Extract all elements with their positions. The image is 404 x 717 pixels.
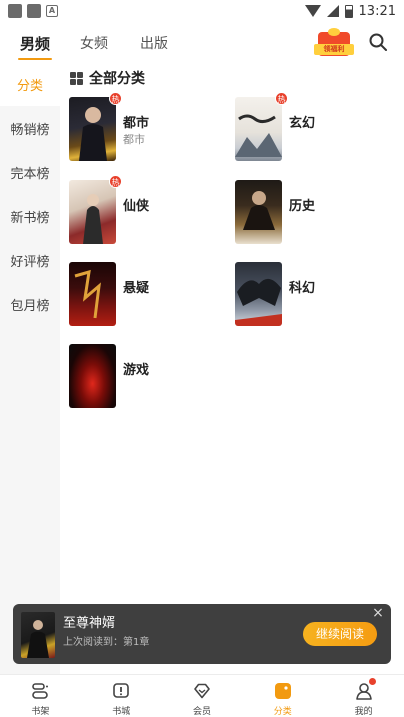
wifi-icon	[304, 5, 321, 17]
category-item-history[interactable]: 历史	[235, 180, 395, 246]
bottom-nav: 书架 书城 会员 分类 我的	[0, 674, 404, 717]
signal-icon	[326, 5, 339, 17]
nav-category[interactable]: 分类	[242, 675, 323, 717]
book-title: 至尊神婿	[63, 616, 116, 631]
category-item-xianxia[interactable]: 热 仙侠	[69, 175, 229, 246]
category-cover	[69, 97, 116, 161]
category-item-urban[interactable]: 热 都市 都市	[69, 92, 229, 163]
continue-reading-button[interactable]: 继续阅读	[303, 622, 377, 646]
category-cover	[69, 344, 116, 408]
category-cover	[235, 262, 282, 326]
gift-label: 领福利	[314, 44, 354, 55]
sidebar-item-category[interactable]: 分类	[0, 62, 60, 106]
category-cover	[69, 262, 116, 326]
nav-label: 书架	[31, 707, 50, 717]
top-tabs: 男频 女频 出版 领福利	[0, 24, 404, 62]
nav-label: 我的	[354, 707, 373, 717]
hot-badge: 热	[109, 175, 122, 188]
sidebar-item-top-rated[interactable]: 好评榜	[0, 238, 60, 282]
book-cover	[21, 612, 55, 658]
category-item-scifi[interactable]: 科幻	[235, 262, 395, 328]
tab-male[interactable]: 男频	[17, 33, 53, 60]
status-notifications: A	[8, 4, 58, 18]
gift-bow	[328, 28, 340, 36]
category-name: 仙侠	[123, 199, 150, 214]
nav-label: 会员	[192, 707, 211, 717]
nav-profile[interactable]: 我的	[323, 675, 404, 717]
sidebar-item-completed[interactable]: 完本榜	[0, 150, 60, 194]
category-item-fantasy[interactable]: 热 玄幻	[235, 92, 395, 163]
sidebar: 分类 畅销榜 完本榜 新书榜 好评榜 包月榜	[0, 62, 60, 674]
sidebar-item-new-books[interactable]: 新书榜	[0, 194, 60, 238]
tab-female[interactable]: 女频	[80, 33, 108, 53]
search-icon[interactable]	[368, 32, 388, 52]
close-icon[interactable]: ×	[371, 606, 385, 620]
category-icon	[274, 683, 291, 699]
tab-publish[interactable]: 出版	[140, 33, 168, 53]
category-subtitle: 都市	[123, 133, 145, 146]
category-name: 玄幻	[289, 116, 316, 131]
bookshelf-icon	[32, 683, 49, 699]
notification-app-icon	[27, 4, 41, 18]
category-cover	[235, 97, 282, 161]
category-item-mystery[interactable]: 悬疑	[69, 262, 229, 328]
section-title: 全部分类	[89, 71, 145, 87]
grid-icon	[70, 71, 83, 85]
vip-diamond-icon	[194, 683, 210, 699]
category-cover	[69, 180, 116, 244]
status-bar: A 13:21	[0, 0, 404, 22]
hot-badge: 热	[109, 92, 122, 105]
notification-app-icon	[8, 4, 22, 18]
category-name: 都市	[123, 116, 150, 131]
nav-bookshelf[interactable]: 书架	[0, 675, 81, 717]
category-content: 全部分类 热 都市 都市 热 玄幻 热 仙侠 历史 悬疑 科幻 游戏	[60, 62, 404, 602]
category-item-game[interactable]: 游戏	[69, 344, 229, 410]
category-name: 历史	[289, 199, 316, 214]
nav-label: 分类	[273, 707, 292, 717]
notification-letter-icon: A	[46, 5, 58, 17]
nav-vip[interactable]: 会员	[162, 675, 243, 717]
sidebar-item-bestseller[interactable]: 畅销榜	[0, 106, 60, 150]
category-cover	[235, 180, 282, 244]
continue-reading-banner[interactable]: 至尊神婿 上次阅读到：第1章 继续阅读 ×	[13, 604, 391, 664]
hot-badge: 热	[275, 92, 288, 105]
sidebar-item-monthly[interactable]: 包月榜	[0, 282, 60, 326]
category-name: 游戏	[123, 363, 150, 378]
battery-icon	[344, 4, 353, 18]
gift-welfare-button[interactable]: 领福利	[314, 28, 354, 58]
nav-label: 书城	[112, 707, 131, 717]
bookstore-icon	[113, 683, 129, 698]
last-read-chapter: 上次阅读到：第1章	[63, 637, 150, 648]
category-name: 科幻	[289, 281, 316, 296]
section-header: 全部分类	[70, 68, 145, 88]
category-name: 悬疑	[123, 281, 150, 296]
status-time: 13:21	[358, 3, 396, 19]
notification-dot	[369, 678, 377, 685]
nav-bookstore[interactable]: 书城	[81, 675, 162, 717]
